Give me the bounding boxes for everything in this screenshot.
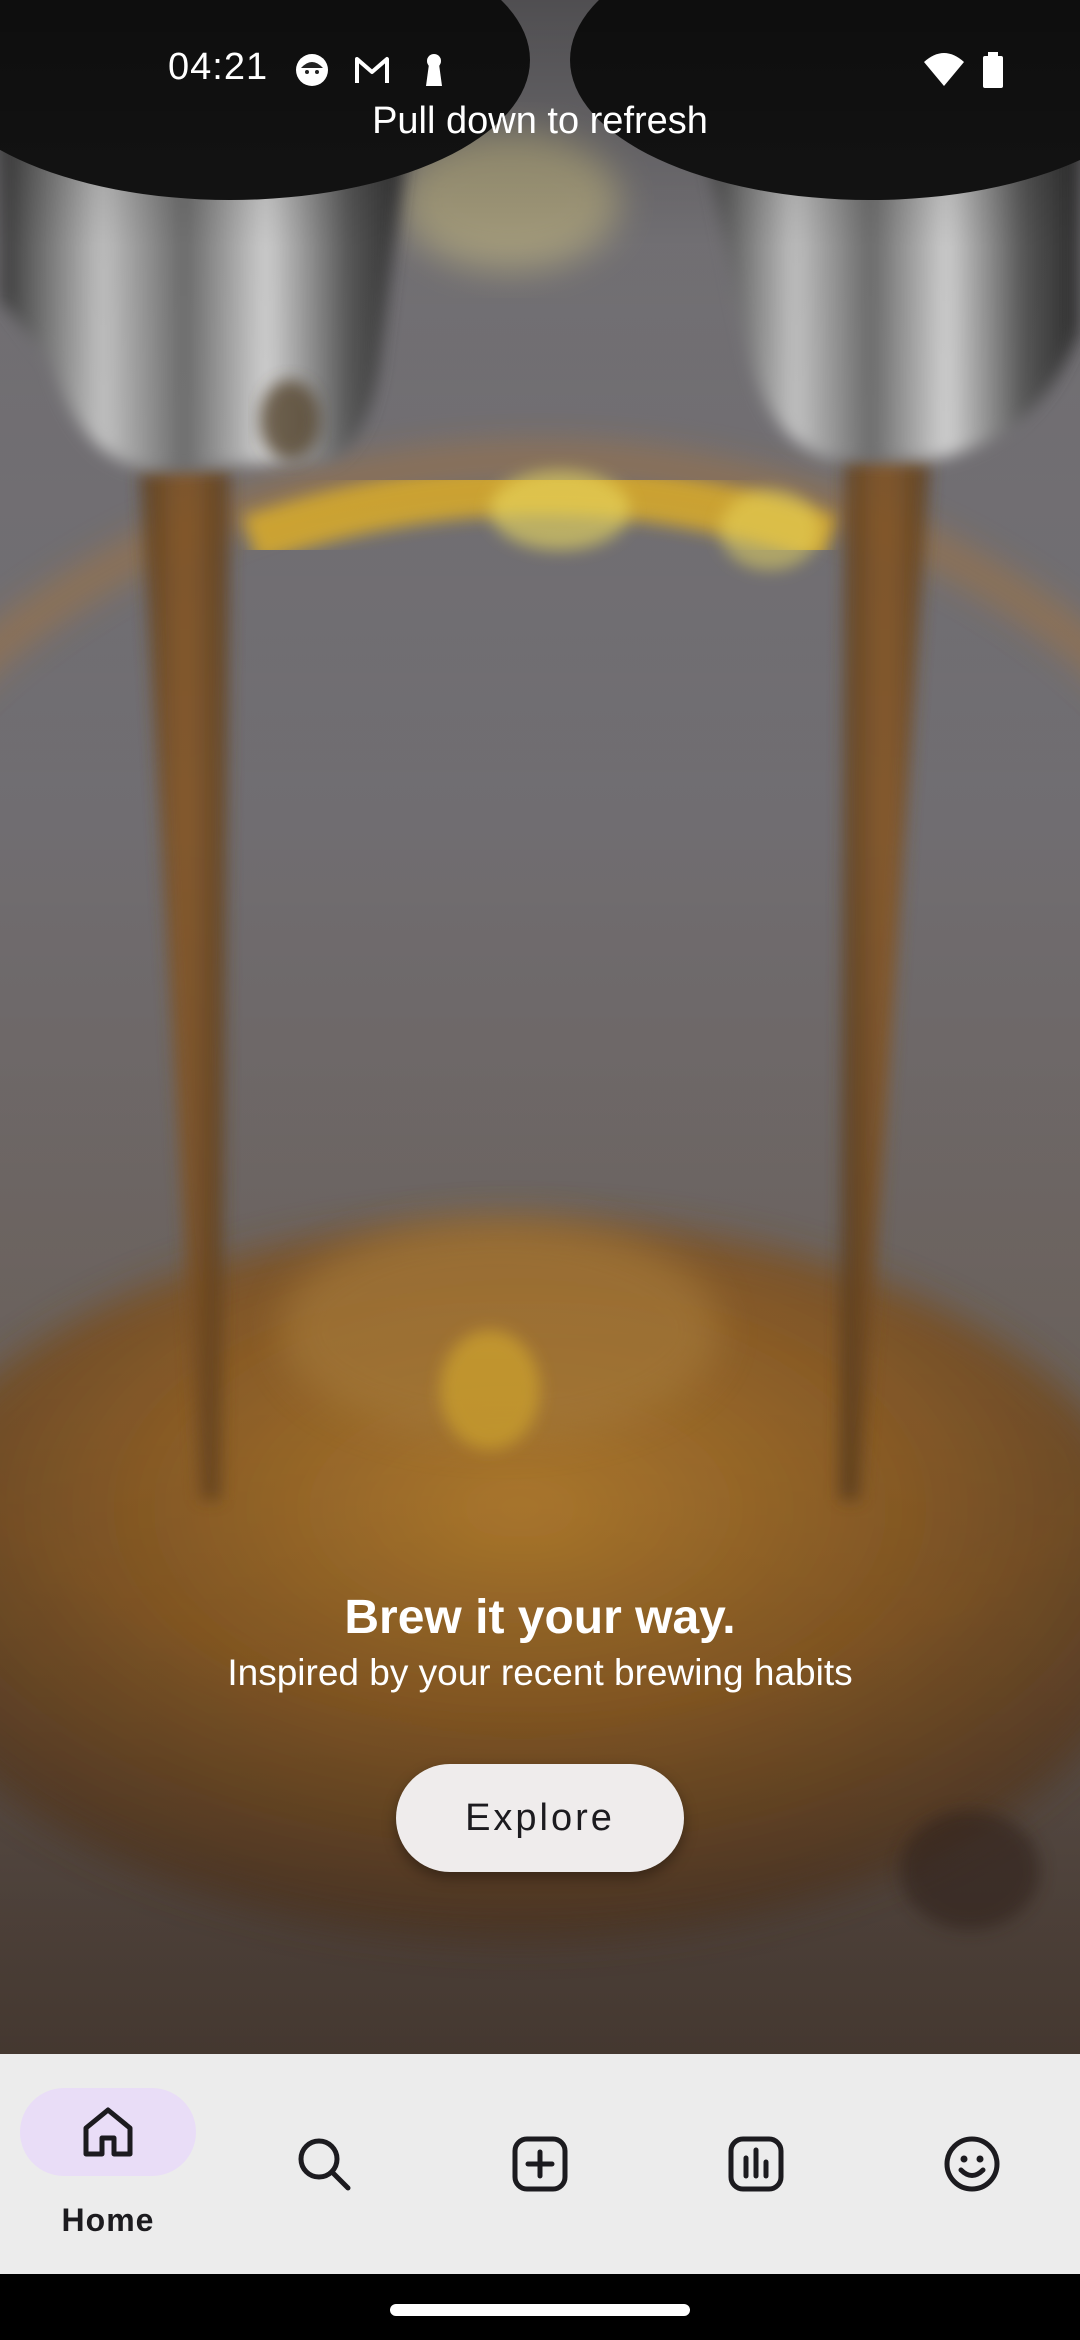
hero-banner[interactable] [0,0,1080,2054]
stats-icon [724,2132,788,2196]
search-icon [292,2132,356,2196]
gesture-handle[interactable] [390,2304,690,2316]
nav-item-profile[interactable] [864,2054,1080,2274]
nav-item-add[interactable] [432,2054,648,2274]
explore-button[interactable]: Explore [396,1764,684,1872]
nav-item-home[interactable]: Home [0,2054,216,2274]
nav-label-home: Home [61,2202,155,2238]
bottom-navigation: Home [0,2054,1080,2274]
pull-to-refresh-hint: Pull down to refresh [372,100,708,142]
battery-icon [980,50,1006,90]
add-icon [508,2132,572,2196]
hero-shade [0,0,1080,2054]
status-time: 04:21 [168,46,269,88]
hero-subtitle: Inspired by your recent brewing habits [227,1652,853,1693]
nav-item-stats[interactable] [648,2054,864,2274]
gmail-icon [352,50,392,90]
screen: 04:21 Pull down to refresh Brew it your … [0,0,1080,2340]
profile-face-icon [940,2132,1004,2196]
emoji-face-icon [292,50,332,90]
wifi-icon [922,50,966,90]
home-icon [76,2100,140,2164]
system-gesture-area [0,2274,1080,2340]
keyhole-icon [414,50,454,90]
nav-item-search[interactable] [216,2054,432,2274]
hero-title: Brew it your way. [344,1591,736,1644]
